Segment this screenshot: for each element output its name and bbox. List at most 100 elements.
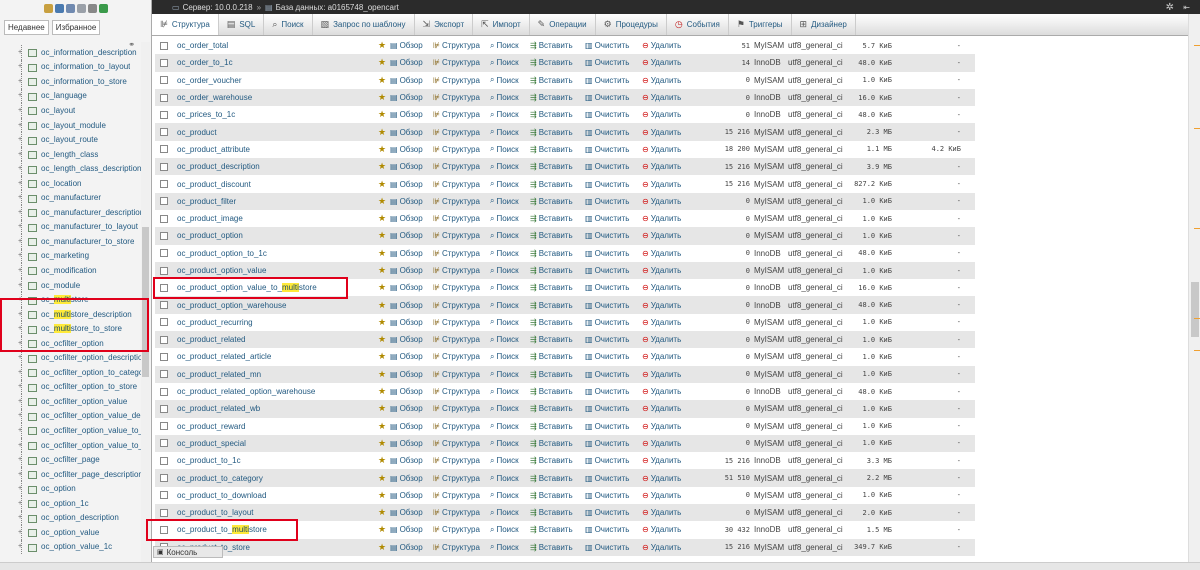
empty-link[interactable]: ▥ Очистить xyxy=(585,93,642,102)
insert-link[interactable]: ⇶ Вставить xyxy=(530,283,585,292)
reload-icon[interactable] xyxy=(98,4,108,13)
expand-icon[interactable]: + xyxy=(18,180,26,187)
nav-table-item[interactable]: + oc_ocfilter_option_value_description xyxy=(0,408,141,424)
table-name-link[interactable]: oc_product_related_mn xyxy=(168,370,378,379)
nav-table-item[interactable]: + oc_ocfilter_page xyxy=(0,452,141,467)
search-link[interactable]: ⌕ Поиск xyxy=(490,162,530,172)
drop-link[interactable]: ⊖ Удалить xyxy=(642,249,702,258)
nav-table-label[interactable]: oc_location xyxy=(41,179,81,188)
nav-table-item[interactable]: + oc_ocfilter_option_to_category xyxy=(0,365,141,380)
empty-link[interactable]: ▥ Очистить xyxy=(585,404,642,413)
browse-link[interactable]: ▤ Обзор xyxy=(390,404,433,413)
expand-icon[interactable]: + xyxy=(18,49,26,56)
browse-link[interactable]: ▤ Обзор xyxy=(390,128,433,137)
empty-link[interactable]: ▥ Очистить xyxy=(585,266,642,275)
nav-table-item[interactable]: + oc_ocfilter_page_description xyxy=(0,466,141,482)
table-structure-icon[interactable] xyxy=(28,150,38,160)
expand-icon[interactable]: + xyxy=(18,267,26,274)
favorite-star-icon[interactable]: ★ xyxy=(378,40,390,51)
browse-link[interactable]: ▤ Обзор xyxy=(390,508,433,517)
nav-table-label[interactable]: oc_option_description xyxy=(41,513,119,522)
row-checkbox[interactable] xyxy=(160,318,168,327)
browse-link[interactable]: ▤ Обзор xyxy=(390,249,433,258)
structure-link[interactable]: ⊯ Структура xyxy=(433,301,490,310)
nav-table-label[interactable]: oc_layout xyxy=(41,106,75,115)
expand-icon[interactable]: + xyxy=(18,92,26,99)
row-checkbox[interactable] xyxy=(160,249,168,258)
structure-link[interactable]: ⊯ Структура xyxy=(433,197,490,206)
empty-link[interactable]: ▥ Очистить xyxy=(585,456,642,465)
browse-link[interactable]: ▤ Обзор xyxy=(390,93,433,102)
browse-link[interactable]: ▤ Обзор xyxy=(390,180,433,189)
browse-link[interactable]: ▤ Обзор xyxy=(390,110,433,119)
logout-icon[interactable] xyxy=(54,4,64,13)
insert-link[interactable]: ⇶ Вставить xyxy=(530,439,585,448)
favorite-star-icon[interactable]: ★ xyxy=(378,421,390,432)
table-name-link[interactable]: oc_product_to_download xyxy=(168,491,378,500)
table-name-link[interactable]: oc_product_special xyxy=(168,439,378,448)
nav-table-label[interactable]: oc_modification xyxy=(41,266,97,275)
drop-link[interactable]: ⊖ Удалить xyxy=(642,128,702,137)
search-link[interactable]: ⌕ Поиск xyxy=(490,542,530,552)
nav-table-label[interactable]: oc_layout_module xyxy=(41,121,106,130)
structure-link[interactable]: ⊯ Структура xyxy=(433,283,490,292)
favorite-star-icon[interactable]: ★ xyxy=(378,473,390,484)
empty-link[interactable]: ▥ Очистить xyxy=(585,422,642,431)
row-checkbox[interactable] xyxy=(160,404,168,413)
table-structure-icon[interactable] xyxy=(28,77,38,87)
empty-link[interactable]: ▥ Очистить xyxy=(585,543,642,552)
nav-table-label[interactable]: oc_marketing xyxy=(41,251,89,260)
table-structure-icon[interactable] xyxy=(28,63,38,72)
empty-link[interactable]: ▥ Очистить xyxy=(585,491,642,500)
search-link[interactable]: ⌕ Поиск xyxy=(490,196,530,206)
breadcrumb-server[interactable]: Сервер: 10.0.0.218 xyxy=(183,3,253,12)
row-checkbox[interactable] xyxy=(160,58,168,67)
browse-link[interactable]: ▤ Обзор xyxy=(390,41,433,50)
insert-link[interactable]: ⇶ Вставить xyxy=(530,58,585,67)
structure-link[interactable]: ⊯ Структура xyxy=(433,525,490,534)
insert-link[interactable]: ⇶ Вставить xyxy=(530,301,585,310)
nav-table-label[interactable]: oc_option_value xyxy=(41,528,99,537)
nav-table-item[interactable]: + oc_manufacturer_description xyxy=(0,205,141,220)
search-link[interactable]: ⌕ Поиск xyxy=(490,421,530,431)
table-name-link[interactable]: oc_product_option_to_1c xyxy=(168,249,378,258)
browse-link[interactable]: ▤ Обзор xyxy=(390,301,433,310)
tab-events[interactable]: ◷ События xyxy=(667,14,729,35)
nav-table-label[interactable]: oc_information_description xyxy=(41,48,137,57)
search-link[interactable]: ⌕ Поиск xyxy=(490,369,530,379)
expand-icon[interactable]: + xyxy=(18,238,26,245)
drop-link[interactable]: ⊖ Удалить xyxy=(642,404,702,413)
nav-table-label[interactable]: oc_option xyxy=(41,484,76,493)
table-name-link[interactable]: oc_product_option xyxy=(168,231,378,240)
structure-link[interactable]: ⊯ Структура xyxy=(433,249,490,258)
table-structure-icon[interactable] xyxy=(28,48,38,58)
structure-link[interactable]: ⊯ Структура xyxy=(433,266,490,275)
drop-link[interactable]: ⊖ Удалить xyxy=(642,301,702,310)
drop-link[interactable]: ⊖ Удалить xyxy=(642,387,702,396)
favorite-star-icon[interactable]: ★ xyxy=(378,144,390,155)
table-name-link[interactable]: oc_product_description xyxy=(168,162,378,171)
table-structure-icon[interactable] xyxy=(28,412,38,421)
nav-table-item[interactable]: + oc_ocfilter_option_to_store xyxy=(0,379,141,395)
table-name-link[interactable]: oc_product_related_wb xyxy=(168,404,378,413)
insert-link[interactable]: ⇶ Вставить xyxy=(530,422,585,431)
structure-link[interactable]: ⊯ Структура xyxy=(433,491,490,500)
browse-link[interactable]: ▤ Обзор xyxy=(390,76,433,85)
drop-link[interactable]: ⊖ Удалить xyxy=(642,508,702,517)
nav-table-label[interactable]: oc_option_1c xyxy=(41,499,89,508)
favorite-star-icon[interactable]: ★ xyxy=(378,92,390,103)
tab-import[interactable]: ⇱ Импорт xyxy=(473,14,530,35)
search-link[interactable]: ⌕ Поиск xyxy=(490,300,530,310)
search-link[interactable]: ⌕ Поиск xyxy=(490,93,530,103)
nav-table-item[interactable]: + oc_module xyxy=(0,277,141,293)
row-checkbox[interactable] xyxy=(160,93,168,102)
structure-link[interactable]: ⊯ Структура xyxy=(433,352,490,361)
expand-icon[interactable]: + xyxy=(18,412,26,419)
favorite-star-icon[interactable]: ★ xyxy=(378,179,390,190)
recent-tab[interactable]: Недавнее xyxy=(4,20,49,35)
table-name-link[interactable]: oc_product_to_1c xyxy=(168,456,378,465)
nav-table-label[interactable]: oc_length_class_description xyxy=(41,164,141,173)
empty-link[interactable]: ▥ Очистить xyxy=(585,283,642,292)
browse-link[interactable]: ▤ Обзор xyxy=(390,335,433,344)
search-link[interactable]: ⌕ Поиск xyxy=(490,231,530,241)
